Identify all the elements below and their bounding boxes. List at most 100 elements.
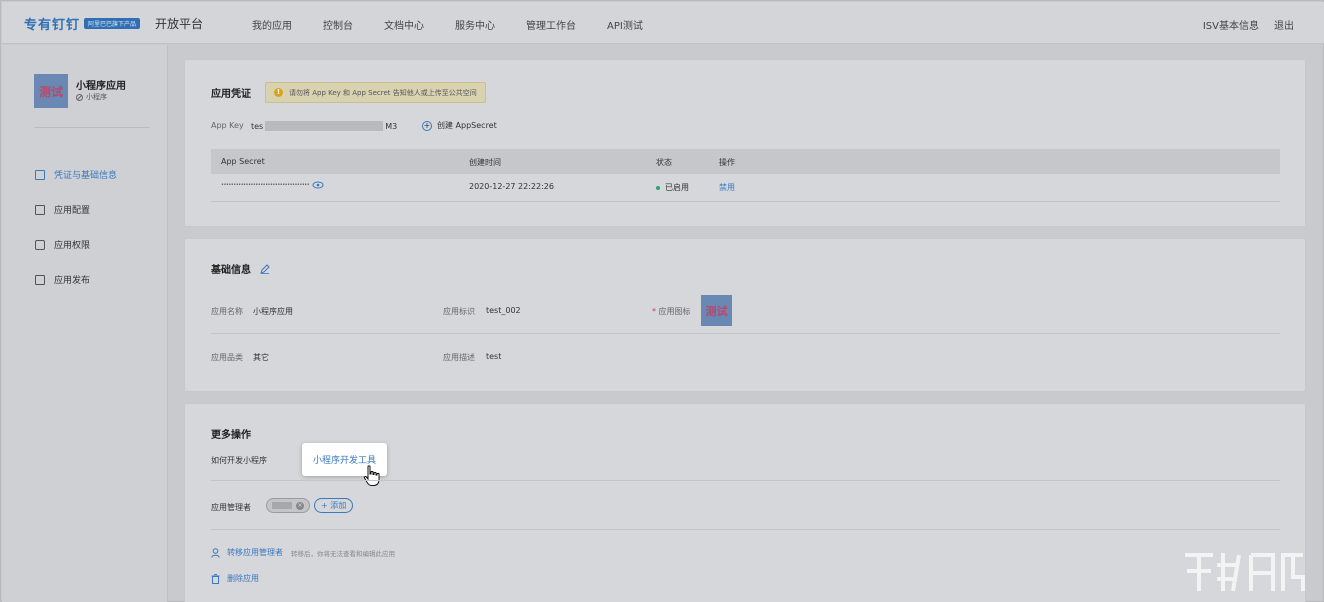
sidebar-divider (34, 127, 150, 128)
edit-icon[interactable] (260, 263, 270, 274)
plus-circle-icon: + (422, 120, 432, 131)
table-header: App Secret 创建时间 状态 操作 (211, 149, 1280, 174)
delete-app-link[interactable]: 删除应用 (227, 573, 259, 584)
warning-text: 请勿将 App Key 和 App Secret 告知他人或上传至公共空间 (289, 88, 477, 97)
app-name-label: 应用名称 (211, 307, 243, 316)
app-key-prefix: tes (251, 121, 264, 131)
col-created: 创建时间 (469, 158, 501, 167)
credentials-title: 应用凭证 (211, 89, 251, 100)
more-divider-1 (211, 480, 1280, 481)
col-secret: App Secret (221, 157, 265, 166)
secret-dots: •••••••••••••••••••••••••••••••••••• (221, 182, 310, 188)
app-key-value[interactable]: tes M3 (251, 121, 397, 131)
desc-label: 应用描述 (443, 353, 475, 362)
basic-row-2: 应用品类 其它 应用描述 test (211, 335, 1280, 380)
nav-admin[interactable]: 管理工作台 (526, 17, 576, 32)
disable-button[interactable]: 禁用 (719, 182, 735, 193)
app-type-label: 小程序 (86, 93, 107, 101)
nav-services[interactable]: 服务中心 (455, 17, 495, 32)
transfer-hint: 转移后，你将无法查看和编辑此应用 (291, 549, 395, 558)
main-nav: 我的应用 控制台 文档中心 服务中心 管理工作台 API测试 (252, 17, 674, 32)
remove-admin-icon[interactable]: × (296, 501, 304, 510)
sidebar: 测试 小程序应用 小程序 凭证与基础信息 应用配置 应用权限 应用发布 (2, 45, 168, 602)
transfer-admin-row: 转移应用管理者 转移后，你将无法查看和编辑此应用 (211, 547, 395, 558)
app-key-suffix: M3 (385, 121, 398, 131)
app-name-value: 小程序应用 (253, 307, 293, 316)
logo-text: 专有钉钉 (24, 17, 81, 33)
category-value: 其它 (253, 353, 269, 362)
app-icon-text: 测试 (38, 84, 63, 99)
admin-label: 应用管理者 (211, 503, 251, 512)
logo[interactable]: 专有钉钉 阿里巴巴旗下产品 (24, 14, 141, 33)
status-text: 已启用 (665, 183, 689, 192)
sidebar-menu: 凭证与基础信息 应用配置 应用权限 应用发布 (35, 157, 117, 297)
app-icon-preview[interactable]: 测试 (701, 295, 732, 326)
trash-icon (211, 573, 220, 584)
created-time: 2020-12-27 22:22:26 (469, 182, 554, 191)
app-key-mask (265, 121, 384, 131)
basic-info-card: 基础信息 应用名称 小程序应用 应用标识 test_002 * 应用图标 测试 … (184, 238, 1306, 392)
publish-icon (35, 274, 45, 285)
sidebar-item-permissions[interactable]: 应用权限 (35, 227, 117, 262)
sidebar-item-label: 凭证与基础信息 (54, 171, 118, 181)
basic-info-title: 基础信息 (211, 261, 270, 276)
app-icon-label-text: 应用图标 (658, 307, 691, 316)
app-type: 小程序 (76, 92, 107, 102)
status-dot (656, 185, 660, 190)
more-actions-card: 更多操作 如何开发小程序 小程序开发工具 应用管理者 × + 添加 转移应用管理… (184, 403, 1306, 602)
logout-link[interactable]: 退出 (1274, 17, 1294, 32)
security-warning: ! 请勿将 App Key 和 App Secret 告知他人或上传至公共空间 (265, 82, 486, 103)
sidebar-item-credentials[interactable]: 凭证与基础信息 (35, 157, 117, 192)
top-navbar: 专有钉钉 阿里巴巴旗下产品 开放平台 我的应用 控制台 文档中心 服务中心 管理… (2, 2, 1324, 44)
category-label: 应用品类 (211, 353, 243, 362)
warning-icon: ! (274, 88, 283, 97)
admin-chip-name (272, 502, 292, 509)
app-id-label: 应用标识 (443, 307, 475, 316)
add-admin-button[interactable]: + 添加 (314, 498, 354, 513)
config-icon (35, 204, 45, 215)
nav-my-apps[interactable]: 我的应用 (252, 17, 292, 32)
how-to-dev-link[interactable]: 如何开发小程序 (211, 455, 267, 466)
basic-info-title-text: 基础信息 (211, 265, 251, 276)
col-action: 操作 (719, 158, 735, 167)
secret-masked: •••••••••••••••••••••••••••••••••••• (221, 181, 324, 189)
platform-title: 开放平台 (155, 17, 204, 31)
more-actions-title: 更多操作 (211, 430, 251, 441)
create-secret-label: 创建 AppSecret (437, 121, 497, 130)
logo-badge: 阿里巴巴旗下产品 (84, 17, 141, 29)
lock-icon (35, 239, 45, 250)
delete-app-row: 删除应用 (211, 573, 259, 584)
app-name: 小程序应用 (76, 81, 126, 92)
sidebar-item-label: 应用配置 (54, 206, 91, 216)
user-icon (211, 547, 220, 558)
window-frame: 专有钉钉 阿里巴巴旗下产品 开放平台 我的应用 控制台 文档中心 服务中心 管理… (0, 0, 1324, 602)
app-icon-label: * 应用图标 (652, 306, 691, 317)
secret-table: App Secret 创建时间 状态 操作 ••••••••••••••••••… (211, 149, 1280, 202)
nav-docs[interactable]: 文档中心 (384, 17, 424, 32)
transfer-admin-link[interactable]: 转移应用管理者 (227, 547, 283, 558)
app-id-value: test_002 (486, 306, 521, 315)
nav-console[interactable]: 控制台 (323, 17, 353, 32)
sidebar-item-config[interactable]: 应用配置 (35, 192, 117, 227)
app-icon: 测试 (34, 74, 68, 108)
create-secret-button[interactable]: + 创建 AppSecret (422, 120, 497, 131)
miniapp-icon (76, 93, 83, 101)
nav-api-test[interactable]: API测试 (607, 17, 643, 32)
col-status: 状态 (656, 158, 672, 167)
desc-value: test (486, 352, 502, 361)
admin-chip[interactable]: × (266, 498, 310, 513)
credential-icon (35, 169, 45, 180)
sidebar-item-publish[interactable]: 应用发布 (35, 262, 117, 297)
hand-cursor-icon (363, 465, 380, 486)
isv-info-link[interactable]: ISV基本信息 (1203, 17, 1259, 32)
sidebar-item-label: 应用权限 (54, 241, 91, 251)
eye-icon[interactable] (312, 181, 324, 189)
app-key-label: App Key (211, 121, 244, 130)
nav-right: ISV基本信息 退出 (1188, 17, 1294, 32)
more-divider-2 (211, 529, 1280, 530)
basic-row-1: 应用名称 小程序应用 应用标识 test_002 * 应用图标 测试 (211, 289, 1280, 334)
status-badge: 已启用 (656, 182, 689, 193)
sidebar-item-label: 应用发布 (54, 276, 91, 286)
app-icon-preview-text: 测试 (705, 304, 728, 318)
table-row: •••••••••••••••••••••••••••••••••••• 202… (211, 174, 1280, 202)
